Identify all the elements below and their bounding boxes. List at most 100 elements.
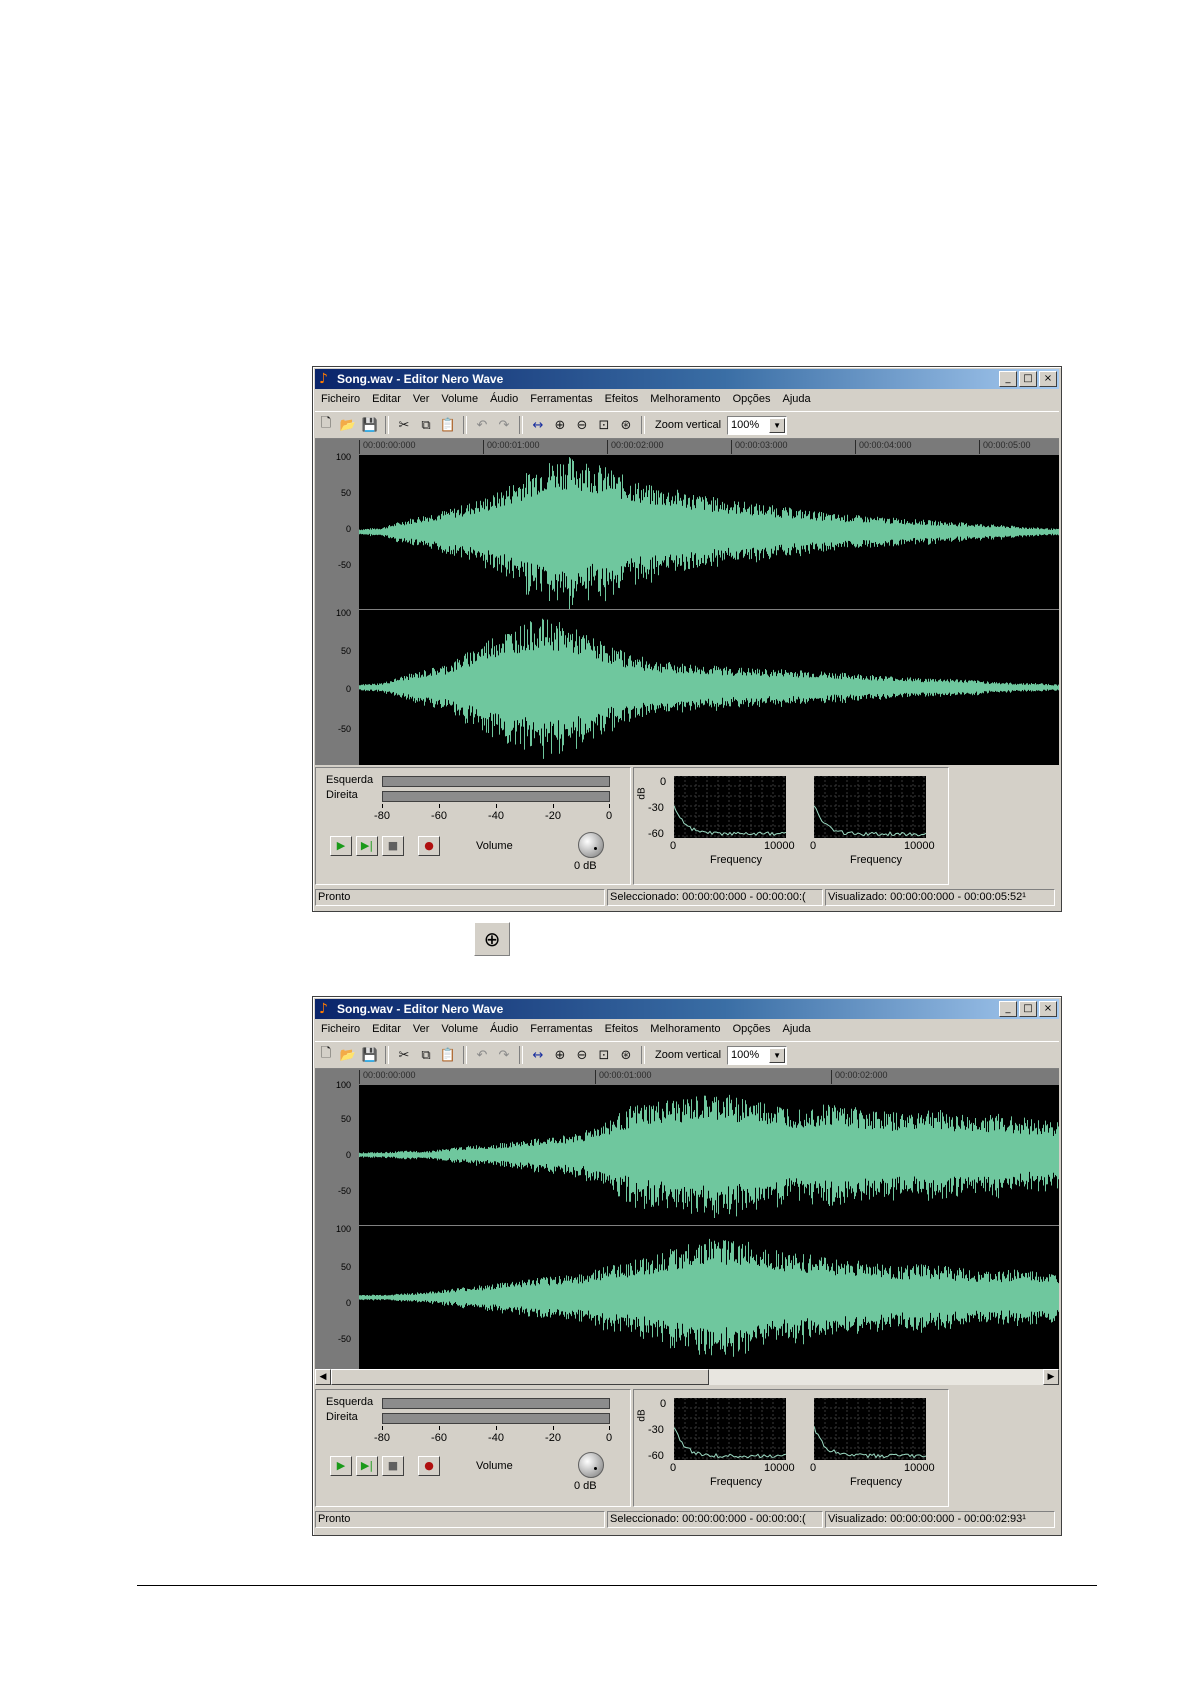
horizontal-scrollbar[interactable]: ◀ ▶ [315, 1369, 1059, 1385]
play-selection-button[interactable]: ▶| [356, 1456, 378, 1476]
copy-icon[interactable]: ⧉ [415, 415, 437, 435]
open-icon[interactable]: 📂 [337, 415, 359, 435]
title-bar[interactable]: ♪ Song.wav - Editor Nero Wave _ □ × [315, 369, 1059, 389]
spectrum-x-tick: 0 [810, 1462, 817, 1474]
meter-tick [553, 1426, 554, 1430]
cut-icon[interactable]: ✂ [393, 1045, 415, 1065]
menu-ver[interactable]: Ver [407, 1021, 436, 1039]
time-label: 00:00:01:000 [483, 440, 540, 454]
zoom-in-icon[interactable]: ⊕ [549, 415, 571, 435]
menu-editar[interactable]: Editar [366, 1021, 407, 1039]
play-button[interactable]: ▶ [330, 1456, 352, 1476]
scroll-left-icon[interactable]: ◀ [315, 1369, 331, 1385]
menu-opcoes[interactable]: Opções [727, 391, 777, 409]
record-button[interactable]: ● [418, 836, 440, 856]
menu-efeitos[interactable]: Efeitos [599, 391, 645, 409]
zoom-selection-icon[interactable]: ⊡ [593, 1045, 615, 1065]
zoom-full-icon[interactable]: ⊛ [615, 1045, 637, 1065]
copy-icon[interactable]: ⧉ [415, 1045, 437, 1065]
menu-ficheiro[interactable]: Ficheiro [315, 1021, 366, 1039]
minimize-button[interactable]: _ [999, 371, 1017, 387]
zoom-selection-icon[interactable]: ⊡ [593, 415, 615, 435]
zoom-vertical-select[interactable]: 100% ▼ [727, 1045, 788, 1065]
app-icon: ♪ [319, 1001, 328, 1017]
fit-icon[interactable]: ↔ [527, 415, 549, 435]
dropdown-arrow-icon[interactable]: ▼ [769, 1047, 786, 1063]
menu-ficheiro[interactable]: Ficheiro [315, 391, 366, 409]
volume-knob[interactable] [578, 832, 604, 858]
spectrum-x-label: Frequency [850, 1476, 902, 1488]
timeline-ruler[interactable]: 00:00:00:000 00:00:01:000 00:00:02:000 [359, 1069, 1059, 1085]
undo-icon[interactable]: ↶ [471, 1045, 493, 1065]
menu-volume[interactable]: Volume [435, 1021, 484, 1039]
menu-efeitos[interactable]: Efeitos [599, 1021, 645, 1039]
meter-scale-label: -40 [488, 810, 504, 822]
menu-ajuda[interactable]: Ajuda [776, 391, 816, 409]
save-icon[interactable]: 💾 [359, 415, 381, 435]
left-channel-waveform[interactable] [359, 455, 1059, 609]
new-icon[interactable]: 🗋 [315, 1045, 337, 1065]
menu-audio[interactable]: Áudio [484, 1021, 524, 1039]
zoom-out-icon[interactable]: ⊖ [571, 1045, 593, 1065]
record-button[interactable]: ● [418, 1456, 440, 1476]
play-button[interactable]: ▶ [330, 836, 352, 856]
right-channel-waveform[interactable] [359, 610, 1059, 765]
title-bar[interactable]: ♪ Song.wav - Editor Nero Wave _ □ × [315, 999, 1059, 1019]
waveform-area[interactable]: 100 50 0 -50 100 50 0 -50 00:00:00:000 0… [315, 439, 1059, 765]
waveform-path [359, 618, 1059, 759]
scroll-thumb[interactable] [331, 1369, 709, 1385]
waveform-area[interactable]: 100 50 0 -50 100 50 0 -50 00:00:00:000 0… [315, 1069, 1059, 1369]
zoom-in-icon[interactable]: ⊕ [549, 1045, 571, 1065]
dropdown-arrow-icon[interactable]: ▼ [769, 417, 786, 433]
menu-ajuda[interactable]: Ajuda [776, 1021, 816, 1039]
maximize-button[interactable]: □ [1019, 371, 1037, 387]
meter-tick [382, 1426, 383, 1430]
save-icon[interactable]: 💾 [359, 1045, 381, 1065]
zoom-out-icon[interactable]: ⊖ [571, 415, 593, 435]
cut-icon[interactable]: ✂ [393, 415, 415, 435]
paste-icon[interactable]: 📋 [437, 415, 459, 435]
menu-melhoramento[interactable]: Melhoramento [644, 391, 726, 409]
paste-icon[interactable]: 📋 [437, 1045, 459, 1065]
open-icon[interactable]: 📂 [337, 1045, 359, 1065]
spectrum-y-tick: 0 [660, 1398, 667, 1410]
redo-icon[interactable]: ↷ [493, 415, 515, 435]
menu-editar[interactable]: Editar [366, 391, 407, 409]
zoom-full-icon[interactable]: ⊛ [615, 415, 637, 435]
zoom-vertical-label: Zoom vertical [655, 1049, 722, 1061]
undo-icon[interactable]: ↶ [471, 415, 493, 435]
menu-ver[interactable]: Ver [407, 391, 436, 409]
status-bar: Pronto Seleccionado: 00:00:00:000 - 00:0… [315, 889, 1059, 907]
y-label: 50 [340, 1262, 351, 1272]
right-channel-label: Direita [326, 789, 358, 801]
menu-audio[interactable]: Áudio [484, 391, 524, 409]
right-channel-waveform[interactable] [359, 1226, 1059, 1369]
new-icon[interactable]: 🗋 [315, 415, 337, 435]
spectrum-y-tick: -60 [648, 1450, 664, 1462]
menu-melhoramento[interactable]: Melhoramento [644, 1021, 726, 1039]
close-button[interactable]: × [1039, 371, 1057, 387]
stop-button[interactable]: ■ [382, 1456, 404, 1476]
menu-bar: Ficheiro Editar Ver Volume Áudio Ferrame… [315, 391, 1059, 409]
scroll-right-icon[interactable]: ▶ [1043, 1369, 1059, 1385]
volume-knob[interactable] [578, 1452, 604, 1478]
menu-ferramentas[interactable]: Ferramentas [524, 391, 598, 409]
timeline-ruler[interactable]: 00:00:00:000 00:00:01:000 00:00:02:000 0… [359, 439, 1059, 455]
play-selection-button[interactable]: ▶| [356, 836, 378, 856]
left-channel-waveform[interactable] [359, 1085, 1059, 1225]
menu-opcoes[interactable]: Opções [727, 1021, 777, 1039]
close-button[interactable]: × [1039, 1001, 1057, 1017]
y-label: -50 [337, 1334, 351, 1344]
zoom-vertical-select[interactable]: 100% ▼ [727, 415, 788, 435]
menu-ferramentas[interactable]: Ferramentas [524, 1021, 598, 1039]
minimize-button[interactable]: _ [999, 1001, 1017, 1017]
stop-button[interactable]: ■ [382, 836, 404, 856]
y-label: 50 [340, 646, 351, 656]
fit-icon[interactable]: ↔ [527, 1045, 549, 1065]
spectrum-curve [814, 805, 926, 837]
maximize-button[interactable]: □ [1019, 1001, 1037, 1017]
redo-icon[interactable]: ↷ [493, 1045, 515, 1065]
spectrum-y-tick: -30 [648, 1424, 664, 1436]
menu-volume[interactable]: Volume [435, 391, 484, 409]
meter-scale-label: -20 [545, 810, 561, 822]
